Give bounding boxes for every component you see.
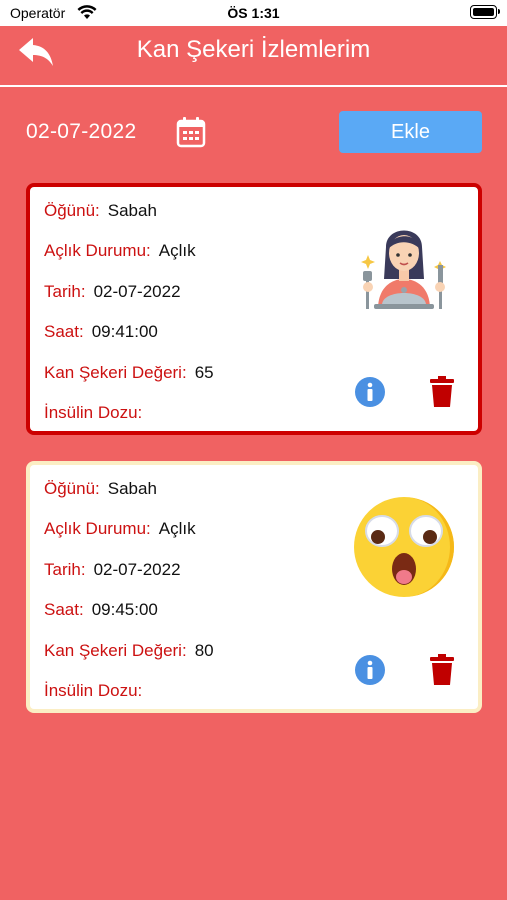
meal-label: Öğünü:: [44, 479, 100, 498]
meal-row: Öğünü: Sabah: [44, 201, 157, 221]
glucose-row: Kan Şekeri Değeri: 80: [44, 641, 214, 661]
time-value: 09:41:00: [91, 322, 158, 341]
meal-row: Öğünü: Sabah: [44, 479, 157, 499]
insulin-label: İnsülin Dozu:: [44, 681, 143, 700]
date-row: Tarih: 02-07-2022: [44, 282, 181, 302]
glucose-value: 80: [194, 641, 214, 660]
fasting-label: Açlık Durumu:: [44, 241, 151, 260]
time-row: Saat: 09:45:00: [44, 600, 158, 620]
glucose-row: Kan Şekeri Değeri: 65: [44, 363, 214, 383]
glucose-label: Kan Şekeri Değeri:: [44, 641, 187, 660]
add-button[interactable]: Ekle: [339, 111, 482, 153]
date-value: 02-07-2022: [93, 282, 181, 301]
shocked-emoji-icon: [352, 491, 456, 599]
glucose-value: 65: [194, 363, 214, 382]
info-icon[interactable]: [354, 654, 386, 686]
trash-icon[interactable]: [429, 654, 455, 686]
glucose-label: Kan Şekeri Değeri:: [44, 363, 187, 382]
info-icon[interactable]: [354, 376, 386, 408]
header-divider: [0, 85, 507, 87]
selected-date: 02-07-2022: [26, 120, 137, 143]
fasting-row: Açlık Durumu: Açlık: [44, 241, 196, 261]
fasting-value: Açlık: [158, 241, 196, 260]
status-bar: Operatör ÖS 1:31: [0, 0, 507, 26]
fasting-label: Açlık Durumu:: [44, 519, 151, 538]
date-label: Tarih:: [44, 560, 86, 579]
meal-value: Sabah: [107, 201, 157, 220]
trash-icon[interactable]: [429, 376, 455, 408]
battery-icon: [470, 5, 500, 19]
page-title: Kan Şekeri İzlemlerim: [136, 36, 371, 63]
time-row: Saat: 09:41:00: [44, 322, 158, 342]
date-row: Tarih: 02-07-2022: [44, 560, 181, 580]
clock: ÖS 1:31: [227, 5, 280, 21]
time-value: 09:45:00: [91, 600, 158, 619]
header: Kan Şekeri İzlemlerim: [0, 26, 507, 84]
woman-eating-icon: [352, 217, 456, 325]
record-card: Öğünü: Sabah Açlık Durumu: Açlık Tarih: 02-…: [26, 461, 482, 713]
insulin-row: İnsülin Dozu:: [44, 681, 150, 701]
meal-value: Sabah: [107, 479, 157, 498]
fasting-row: Açlık Durumu: Açlık: [44, 519, 196, 539]
date-value: 02-07-2022: [93, 560, 181, 579]
meal-label: Öğünü:: [44, 201, 100, 220]
calendar-icon[interactable]: [176, 116, 206, 148]
time-label: Saat:: [44, 600, 84, 619]
fasting-value: Açlık: [158, 519, 196, 538]
record-card: Öğünü: Sabah Açlık Durumu: Açlık Tarih: 02-…: [26, 183, 482, 435]
date-label: Tarih:: [44, 282, 86, 301]
insulin-row: İnsülin Dozu:: [44, 403, 150, 423]
insulin-label: İnsülin Dozu:: [44, 403, 143, 422]
time-label: Saat:: [44, 322, 84, 341]
